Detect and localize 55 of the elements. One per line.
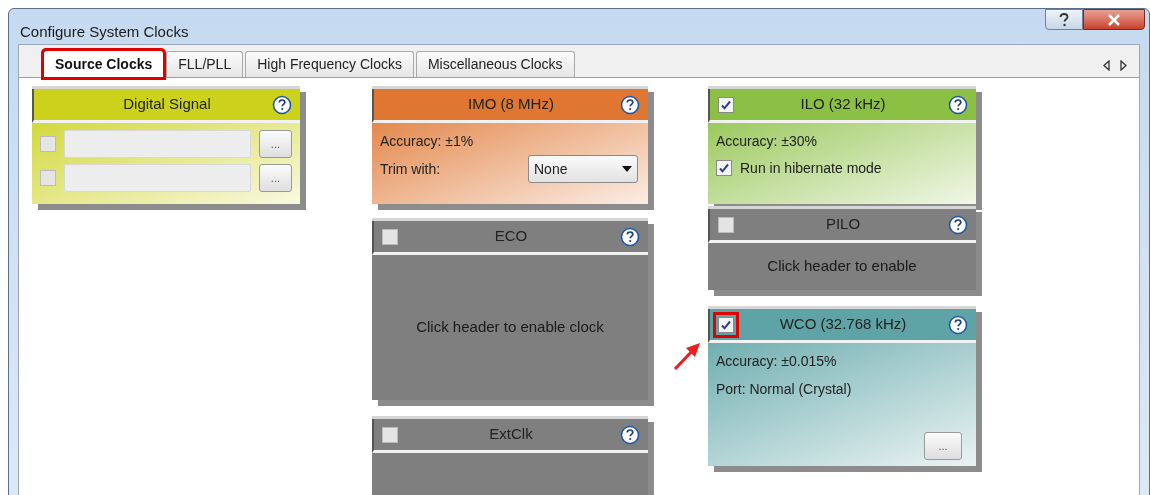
card-title: PILO [825,214,861,234]
browse-button[interactable]: ... [258,164,292,192]
checkbox[interactable] [716,160,732,176]
trim-dropdown[interactable]: None [528,155,638,183]
window-title: Configure System Clocks [20,22,189,42]
card-header[interactable]: ECO [372,221,648,255]
checkbox-label: Run in hibernate mode [740,159,882,178]
card-header[interactable]: ILO (32 kHz) [708,89,976,123]
question-mark-icon [1059,12,1069,27]
tab[interactable]: High Frequency Clocks [245,51,414,77]
checkbox[interactable] [718,216,734,233]
signal-field[interactable] [64,164,251,192]
card-header[interactable]: IMO (8 MHz) [372,89,648,123]
more-button[interactable]: ... [924,432,962,460]
dropdown-arrow-icon [622,166,632,172]
card-header[interactable]: Digital Signal [32,89,300,123]
scroll-left-icon[interactable] [1103,60,1110,71]
tab[interactable]: Miscellaneous Clocks [415,51,575,77]
signal-field[interactable] [64,130,251,158]
card-title: ECO [494,226,528,246]
card-header[interactable]: ExtClk [372,419,648,453]
enable-hint: Click header to enable clock [416,317,604,338]
scroll-right-icon[interactable] [1120,60,1127,71]
help-icon[interactable] [620,94,640,115]
checkbox[interactable] [40,170,56,186]
checkbox[interactable] [382,426,398,443]
checkbox[interactable] [382,228,398,245]
enable-hint: Click header to enable [767,256,917,277]
card-header[interactable]: PILO [708,209,976,243]
checkbox[interactable] [718,96,734,113]
field-label: Trim with: [380,159,441,179]
card-title: Digital Signal [123,94,211,114]
close-button[interactable] [1083,9,1145,30]
info-text: Accuracy: ±30% [716,132,819,151]
browse-button[interactable]: ... [258,130,292,158]
info-text: Accuracy: ±1% [380,132,475,151]
checkbox[interactable] [40,136,56,152]
help-icon[interactable] [948,314,968,335]
tab[interactable]: FLL/PLL [166,51,244,77]
tab[interactable]: Source Clocks [43,50,165,78]
close-icon [1107,13,1121,26]
help-icon[interactable] [620,424,640,445]
card-title: WCO (32.768 kHz) [779,314,907,334]
help-icon[interactable] [948,214,968,235]
info-text: Port: Normal (Crystal) [716,380,853,399]
help-icon[interactable] [948,94,968,115]
card-header[interactable]: WCO (32.768 kHz) [708,309,976,343]
help-icon[interactable] [272,94,292,115]
help-icon[interactable] [620,226,640,247]
info-text: Accuracy: ±0.015% [716,352,838,371]
checkbox[interactable] [718,316,734,333]
help-button[interactable] [1045,9,1083,30]
card-title: IMO (8 MHz) [468,94,554,114]
card-title: ILO (32 kHz) [800,94,886,114]
card-title: ExtClk [489,424,533,444]
